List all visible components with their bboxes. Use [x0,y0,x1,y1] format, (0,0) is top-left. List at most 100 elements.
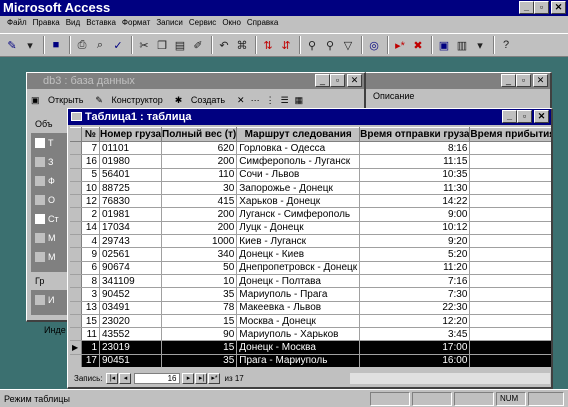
table-cell[interactable]: 8:16 [359,141,471,156]
menu-help[interactable]: Справка [244,16,281,33]
dropdown-icon[interactable]: ▾ [472,37,488,53]
small-icons-icon[interactable]: ⋮ [266,95,275,106]
close-button[interactable]: ✕ [347,74,362,87]
table-cell[interactable]: 16:00 [359,354,471,367]
view-icon[interactable]: ✎ [4,37,20,53]
table-cell[interactable] [469,221,551,236]
table-cell[interactable]: 43552 [99,327,163,342]
table-cell[interactable]: 17034 [99,221,163,236]
table-cell[interactable]: 15 [81,314,101,329]
table-cell[interactable]: 8 [81,274,101,289]
table-cell[interactable]: 6 [81,261,101,275]
delete-record-icon[interactable]: ✖ [410,37,426,53]
table-row[interactable]: 14 17034 200 Луцк - Донецк 10:12 [70,221,551,236]
objects-header[interactable]: Объ [31,115,71,133]
row-selector[interactable]: ▶ [70,340,82,355]
table-cell[interactable]: 01101 [99,141,163,156]
table-cell[interactable] [469,141,551,156]
table-cell[interactable]: 11:20 [359,261,471,275]
last-record-button[interactable]: ▸| [195,372,208,384]
table-cell[interactable]: 3:45 [359,327,471,342]
menu-insert[interactable]: Вставка [83,16,119,33]
menu-file[interactable]: Файл [4,16,30,33]
menu-view[interactable]: Вид [63,16,83,33]
table-cell[interactable]: Макеевка - Львов [236,301,361,315]
table-cell[interactable]: 17:00 [359,340,471,355]
column-header[interactable]: Полный вес (т) [161,127,238,142]
properties-icon[interactable]: ▣ [436,37,452,53]
print-icon[interactable]: ⎙ [74,37,90,53]
row-selector[interactable] [70,154,82,169]
object-modules[interactable]: М [31,247,71,266]
table-cell[interactable]: Горловка - Одесса [236,141,361,156]
table-row[interactable]: 16 01980 200 Симферополь - Луганск 11:15 [70,154,551,169]
table-row[interactable]: 17 90451 35 Прага - Мариуполь 16:00 [70,354,551,367]
menu-records[interactable]: Записи [153,16,186,33]
table-cell[interactable] [469,207,551,222]
first-record-button[interactable]: |◂ [106,372,119,384]
new-record-icon[interactable]: ▸* [392,37,408,53]
table-cell[interactable]: 4 [81,234,101,249]
object-reports[interactable]: О [31,190,71,209]
table-cell[interactable]: Донецк - Москва [236,340,361,355]
maximize-button[interactable]: ▫ [517,110,532,123]
next-record-button[interactable]: ▸ [182,372,195,384]
table-cell[interactable]: 10:12 [359,221,471,236]
maximize-button[interactable]: ▫ [534,1,549,14]
table-cell[interactable]: 5 [81,168,101,182]
table-cell[interactable]: 01980 [99,154,163,169]
table-cell[interactable]: Луцк - Донецк [236,221,361,236]
row-selector-header[interactable] [70,127,82,142]
table-cell[interactable]: Москва - Донецк [236,314,361,329]
table-row[interactable]: 15 23020 15 Москва - Донецк 12:20 [70,314,551,329]
row-selector[interactable] [70,354,82,367]
table-cell[interactable]: Запорожье - Донецк [236,181,361,196]
row-selector[interactable] [70,221,82,236]
delete-icon[interactable]: ✕ [237,95,245,106]
table-cell[interactable] [469,274,551,289]
object-tables[interactable]: Т [31,133,71,152]
row-selector[interactable] [70,327,82,342]
menu-format[interactable]: Формат [119,16,153,33]
group-favorites[interactable]: И [31,290,71,309]
table-cell[interactable]: 16 [81,154,101,169]
close-button[interactable]: ✕ [551,1,566,14]
maximize-button[interactable]: ▫ [516,74,531,87]
table-cell[interactable]: 90 [161,327,238,342]
database-window-icon[interactable]: ▥ [454,37,470,53]
table-row[interactable]: 11 43552 90 Мариуполь - Харьков 3:45 [70,327,551,342]
table-cell[interactable]: 29743 [99,234,163,249]
table-cell[interactable]: 9 [81,247,101,262]
table-cell[interactable]: 23020 [99,314,163,329]
table-cell[interactable] [469,234,551,249]
table-cell[interactable]: Мариуполь - Прага [236,287,361,302]
table-cell[interactable]: 11:30 [359,181,471,196]
object-forms[interactable]: Ф [31,171,71,190]
details-icon[interactable]: ▦ [295,95,304,106]
table-cell[interactable]: 90452 [99,287,163,302]
minimize-button[interactable]: _ [315,74,330,87]
table-cell[interactable]: 56401 [99,168,163,182]
table-cell[interactable] [469,168,551,182]
spelling-icon[interactable]: ✓ [110,37,126,53]
table-cell[interactable]: Киев - Луганск [236,234,361,249]
table-cell[interactable] [469,301,551,315]
table-cell[interactable]: Днепропетровск - Донецк [236,261,361,275]
row-selector[interactable] [70,287,82,302]
column-header[interactable]: Маршрут следования [236,127,361,142]
table-cell[interactable]: 3 [81,287,101,302]
table-cell[interactable]: 01981 [99,207,163,222]
row-selector[interactable] [70,301,82,315]
row-selector[interactable] [70,314,82,329]
table-cell[interactable]: 23019 [99,340,163,355]
close-button[interactable]: ✕ [533,74,548,87]
table-cell[interactable]: 1000 [161,234,238,249]
cut-icon[interactable]: ✂ [136,37,152,53]
row-selector[interactable] [70,234,82,249]
table-cell[interactable]: Сочи - Львов [236,168,361,182]
groups-header[interactable]: Гр [31,272,71,290]
table-cell[interactable]: 50 [161,261,238,275]
dropdown-icon[interactable]: ▾ [22,37,38,53]
row-selector[interactable] [70,181,82,196]
row-selector[interactable] [70,168,82,182]
